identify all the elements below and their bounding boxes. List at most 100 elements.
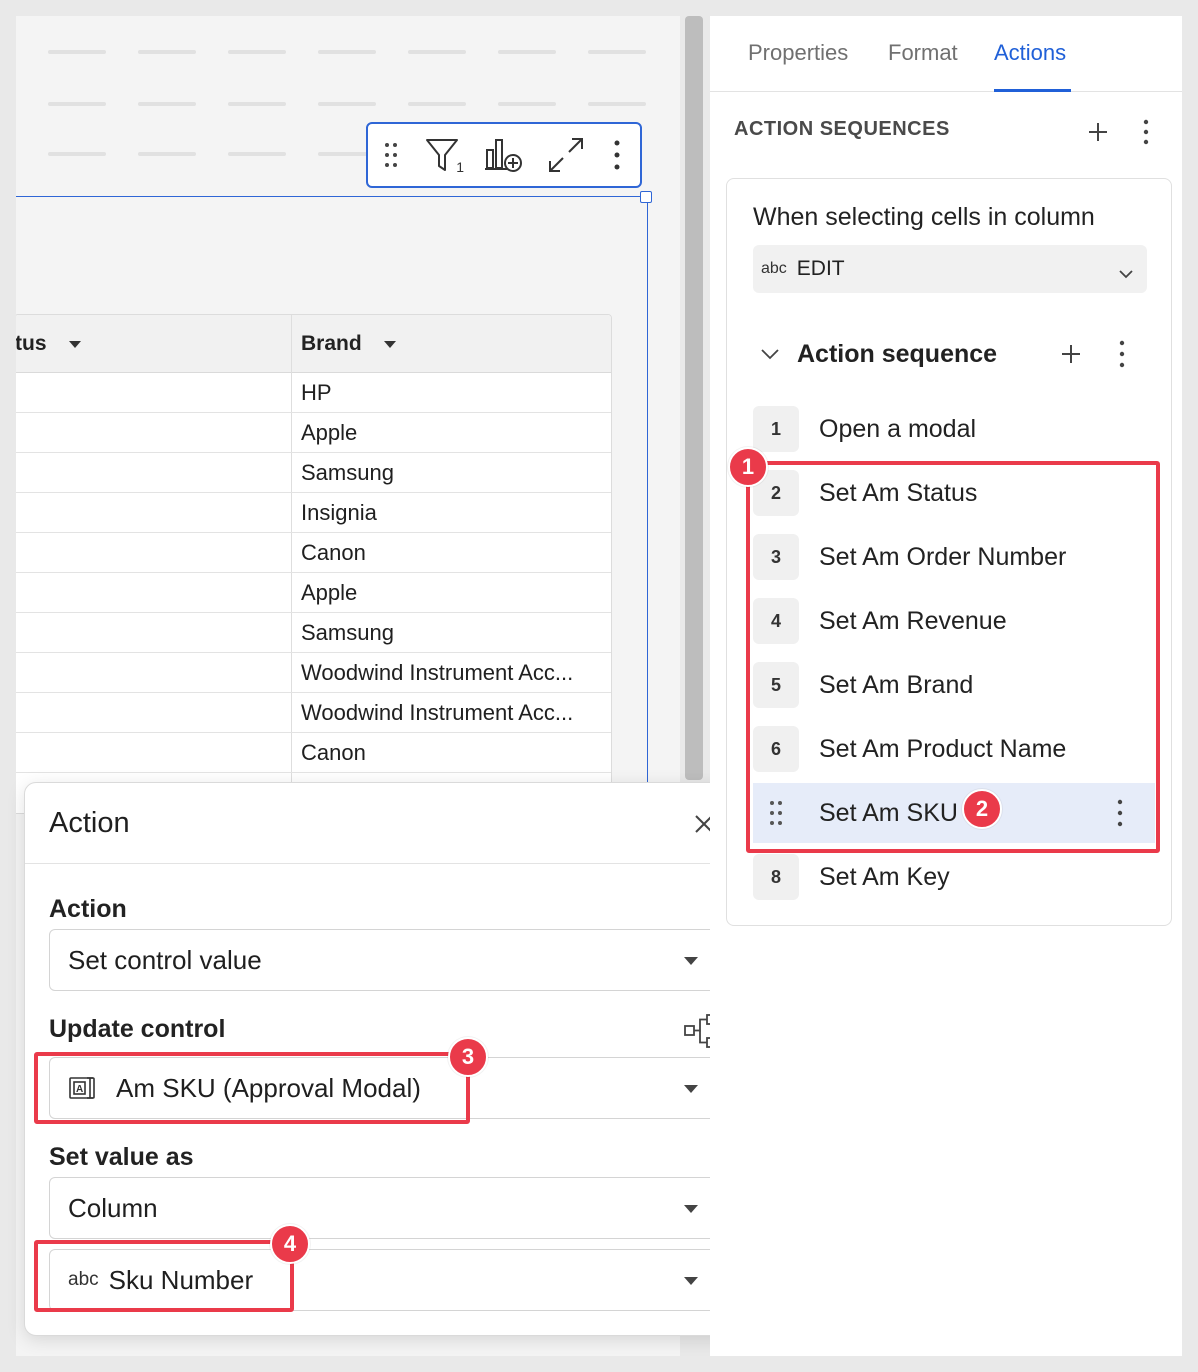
step-label: Set Am Product Name xyxy=(819,734,1067,763)
chevron-down-icon[interactable] xyxy=(761,348,779,360)
filter-count-badge: 1 xyxy=(456,159,464,175)
active-tab-indicator xyxy=(994,89,1071,92)
trigger-column-value: EDIT xyxy=(796,257,845,280)
step-label: Set Am Revenue xyxy=(819,606,1007,635)
step-label: Set Am Brand xyxy=(819,670,974,699)
placeholder-line xyxy=(408,50,466,54)
expand-icon[interactable] xyxy=(544,133,588,177)
tab-format[interactable]: Format xyxy=(888,40,958,66)
popover-header: Action xyxy=(25,783,743,864)
placeholder-line xyxy=(588,102,646,106)
step-label: Set Am Key xyxy=(819,862,950,891)
sequence-step[interactable]: 4 Set Am Revenue xyxy=(753,593,1153,649)
drag-handle-icon[interactable] xyxy=(753,790,799,836)
svg-text:A: A xyxy=(76,1084,83,1095)
brand-cell[interactable]: Woodwind Instrument Acc... xyxy=(301,693,607,733)
action-type-value: Set control value xyxy=(68,944,262,975)
placeholder-line xyxy=(498,50,556,54)
table-row[interactable]: Woodwind Instrument Acc... xyxy=(16,693,611,733)
column-header-status[interactable]: tus xyxy=(16,315,81,373)
sequence-step[interactable]: 5 Set Am Brand xyxy=(753,657,1153,713)
sequence-header[interactable]: Action sequence xyxy=(753,329,1147,379)
table-row[interactable]: Apple xyxy=(16,413,611,453)
brand-cell[interactable]: Woodwind Instrument Acc... xyxy=(301,653,607,693)
placeholder-line xyxy=(48,102,106,106)
more-options-icon[interactable] xyxy=(606,133,628,177)
table-row[interactable]: Woodwind Instrument Acc... xyxy=(16,653,611,693)
table-row[interactable]: Insignia xyxy=(16,493,611,533)
step-number: 5 xyxy=(753,662,799,708)
action-sequence-card: When selecting cells in column abc EDIT … xyxy=(726,178,1172,926)
step-number: 1 xyxy=(753,406,799,452)
filter-icon[interactable]: 1 xyxy=(420,133,464,177)
annotation-badge: 1 xyxy=(728,447,768,487)
annotation-badge: 4 xyxy=(270,1224,310,1264)
column-header-label: Brand xyxy=(301,332,362,355)
table-row[interactable]: Samsung xyxy=(16,453,611,493)
section-title: ACTION SEQUENCES xyxy=(734,118,950,140)
chevron-down-icon xyxy=(1119,261,1133,285)
step-number: 3 xyxy=(753,534,799,580)
update-control-select[interactable]: A Am SKU (Approval Modal) xyxy=(49,1057,721,1119)
dropdown-arrow-icon xyxy=(684,957,698,965)
set-value-value: Column xyxy=(68,1192,158,1223)
brand-cell[interactable]: Apple xyxy=(301,573,607,613)
sequence-step[interactable]: 6 Set Am Product Name xyxy=(753,721,1153,777)
table-header: tus Brand xyxy=(16,315,611,373)
step-label: Open a modal xyxy=(819,414,977,443)
drag-handle-icon[interactable] xyxy=(380,133,402,177)
dropdown-arrow-icon xyxy=(684,1085,698,1093)
action-popover: Action Action Set control value Update c… xyxy=(24,782,744,1336)
trigger-column-select[interactable]: abc EDIT xyxy=(753,245,1147,293)
sequence-step[interactable]: 1 Open a modal xyxy=(753,401,1153,457)
more-options-icon[interactable] xyxy=(1119,340,1125,368)
brand-cell[interactable]: Samsung xyxy=(301,613,607,653)
text-control-icon: A xyxy=(68,1075,100,1101)
placeholder-line xyxy=(138,50,196,54)
annotation-badge: 2 xyxy=(962,789,1002,829)
add-chart-icon[interactable] xyxy=(482,133,526,177)
set-value-select[interactable]: Column xyxy=(49,1177,721,1239)
table-row[interactable]: Apple xyxy=(16,573,611,613)
tab-actions[interactable]: Actions xyxy=(994,40,1066,66)
panel-tabs: Properties Format Actions xyxy=(710,16,1182,92)
step-number: 4 xyxy=(753,598,799,644)
table-row[interactable]: Samsung xyxy=(16,613,611,653)
sequence-step-selected[interactable]: Set Am SKU xyxy=(753,783,1155,843)
brand-cell[interactable]: Canon xyxy=(301,533,607,573)
annotation-badge: 3 xyxy=(448,1037,488,1077)
sequence-step[interactable]: 3 Set Am Order Number xyxy=(753,529,1153,585)
brand-cell[interactable]: Samsung xyxy=(301,453,607,493)
column-select[interactable]: abc Sku Number xyxy=(49,1249,721,1311)
column-header-brand[interactable]: Brand xyxy=(301,315,396,373)
placeholder-line xyxy=(48,50,106,54)
sort-caret-icon[interactable] xyxy=(68,340,81,348)
canvas-scrollbar[interactable] xyxy=(685,16,703,780)
brand-cell[interactable]: Insignia xyxy=(301,493,607,533)
more-options-icon[interactable] xyxy=(1117,799,1123,827)
table-row[interactable]: HP xyxy=(16,373,611,413)
action-type-select[interactable]: Set control value xyxy=(49,929,721,991)
tab-properties[interactable]: Properties xyxy=(748,40,848,66)
sequence-step[interactable]: 2 Set Am Status xyxy=(753,465,1153,521)
sequence-step[interactable]: 8 Set Am Key xyxy=(753,849,1153,905)
popover-title: Action xyxy=(49,807,130,839)
more-options-icon[interactable] xyxy=(1130,116,1162,148)
add-icon[interactable] xyxy=(1082,116,1114,148)
placeholder-line xyxy=(228,152,286,156)
brand-cell[interactable]: HP xyxy=(301,373,607,413)
add-icon[interactable] xyxy=(1061,344,1081,364)
dropdown-arrow-icon xyxy=(684,1205,698,1213)
text-type-icon: abc xyxy=(761,260,787,277)
sort-caret-icon[interactable] xyxy=(383,340,396,348)
column-header-label: tus xyxy=(16,332,47,355)
table-row[interactable]: Canon xyxy=(16,533,611,573)
element-toolbar: 1 xyxy=(366,122,642,188)
properties-panel: Properties Format Actions ACTION SEQUENC… xyxy=(710,16,1182,1356)
table-row[interactable]: Canon xyxy=(16,733,611,773)
resize-handle[interactable] xyxy=(640,191,652,203)
trigger-label: When selecting cells in column xyxy=(753,203,1095,231)
dropdown-arrow-icon xyxy=(684,1277,698,1285)
brand-cell[interactable]: Canon xyxy=(301,733,607,773)
brand-cell[interactable]: Apple xyxy=(301,413,607,453)
